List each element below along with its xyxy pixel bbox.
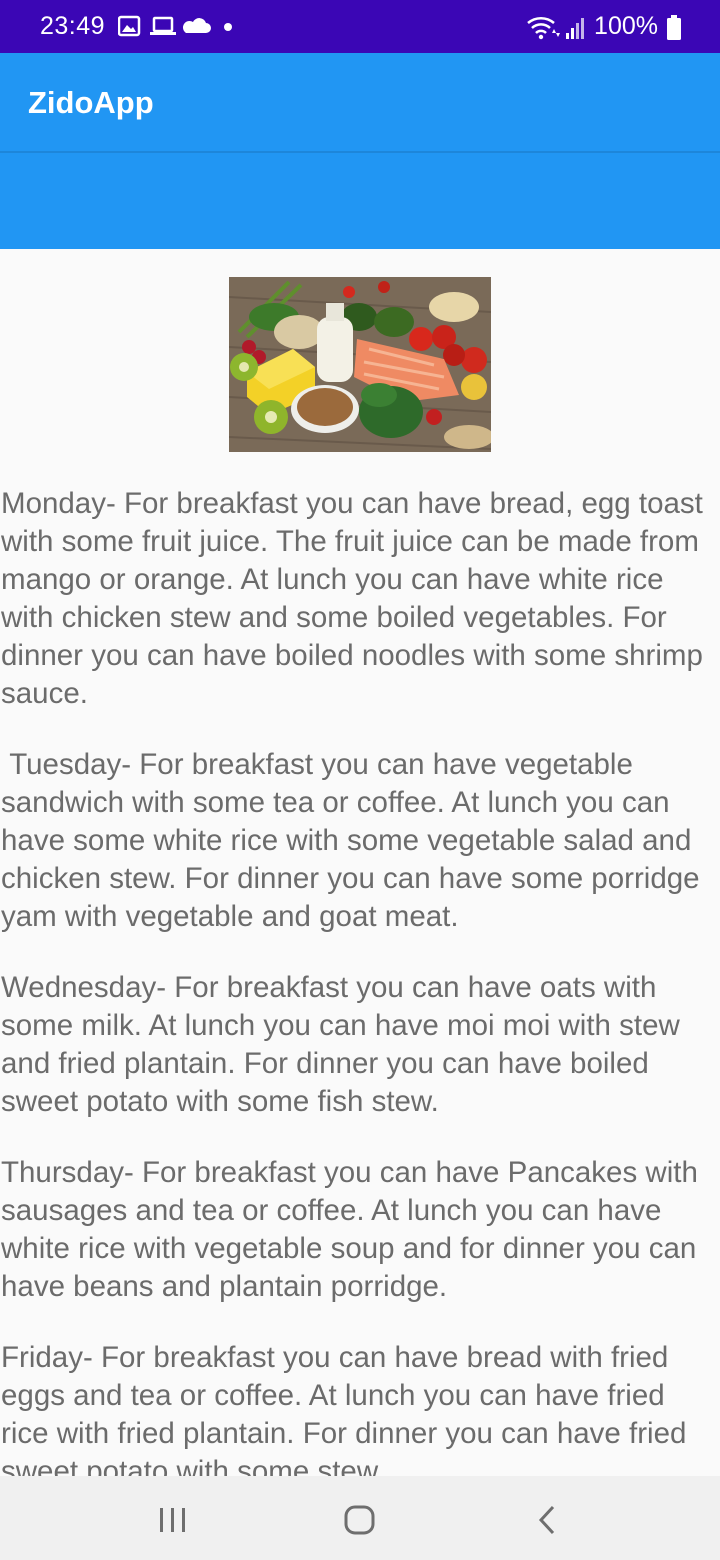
paragraph-thursday: Thursday- For breakfast you can have Pan…: [1, 1156, 698, 1303]
meal-plan-text: Monday- For breakfast you can have bread…: [1, 485, 717, 1476]
back-icon[interactable]: [536, 1504, 558, 1536]
paragraph-monday: Monday- For breakfast you can have bread…: [1, 487, 703, 710]
wifi-icon: [527, 16, 560, 40]
food-image: [229, 277, 491, 452]
battery-icon: [667, 15, 681, 40]
laptop-icon: [150, 16, 176, 35]
status-bar: 23:49 100%: [0, 0, 720, 53]
status-time: 23:49: [40, 12, 106, 40]
dot-icon: [224, 23, 232, 31]
app-bar: ZidoApp: [0, 53, 720, 249]
recent-apps-icon[interactable]: [158, 1506, 188, 1534]
paragraph-friday: Friday- For breakfast you can have bread…: [1, 1341, 687, 1476]
image-icon: [117, 15, 141, 37]
app-bar-divider: [0, 151, 720, 153]
cloud-icon: [182, 18, 211, 33]
navigation-bar: [0, 1476, 720, 1560]
status-notification-icons: [117, 15, 238, 39]
signal-icon: [566, 18, 584, 39]
home-icon[interactable]: [343, 1504, 377, 1536]
scroll-content[interactable]: Monday- For breakfast you can have bread…: [0, 249, 720, 1476]
battery-percentage: 100%: [594, 12, 658, 40]
paragraph-wednesday: Wednesday- For breakfast you can have oa…: [1, 971, 680, 1118]
app-title: ZidoApp: [28, 85, 154, 120]
paragraph-tuesday: Tuesday- For breakfast you can have vege…: [1, 748, 708, 933]
